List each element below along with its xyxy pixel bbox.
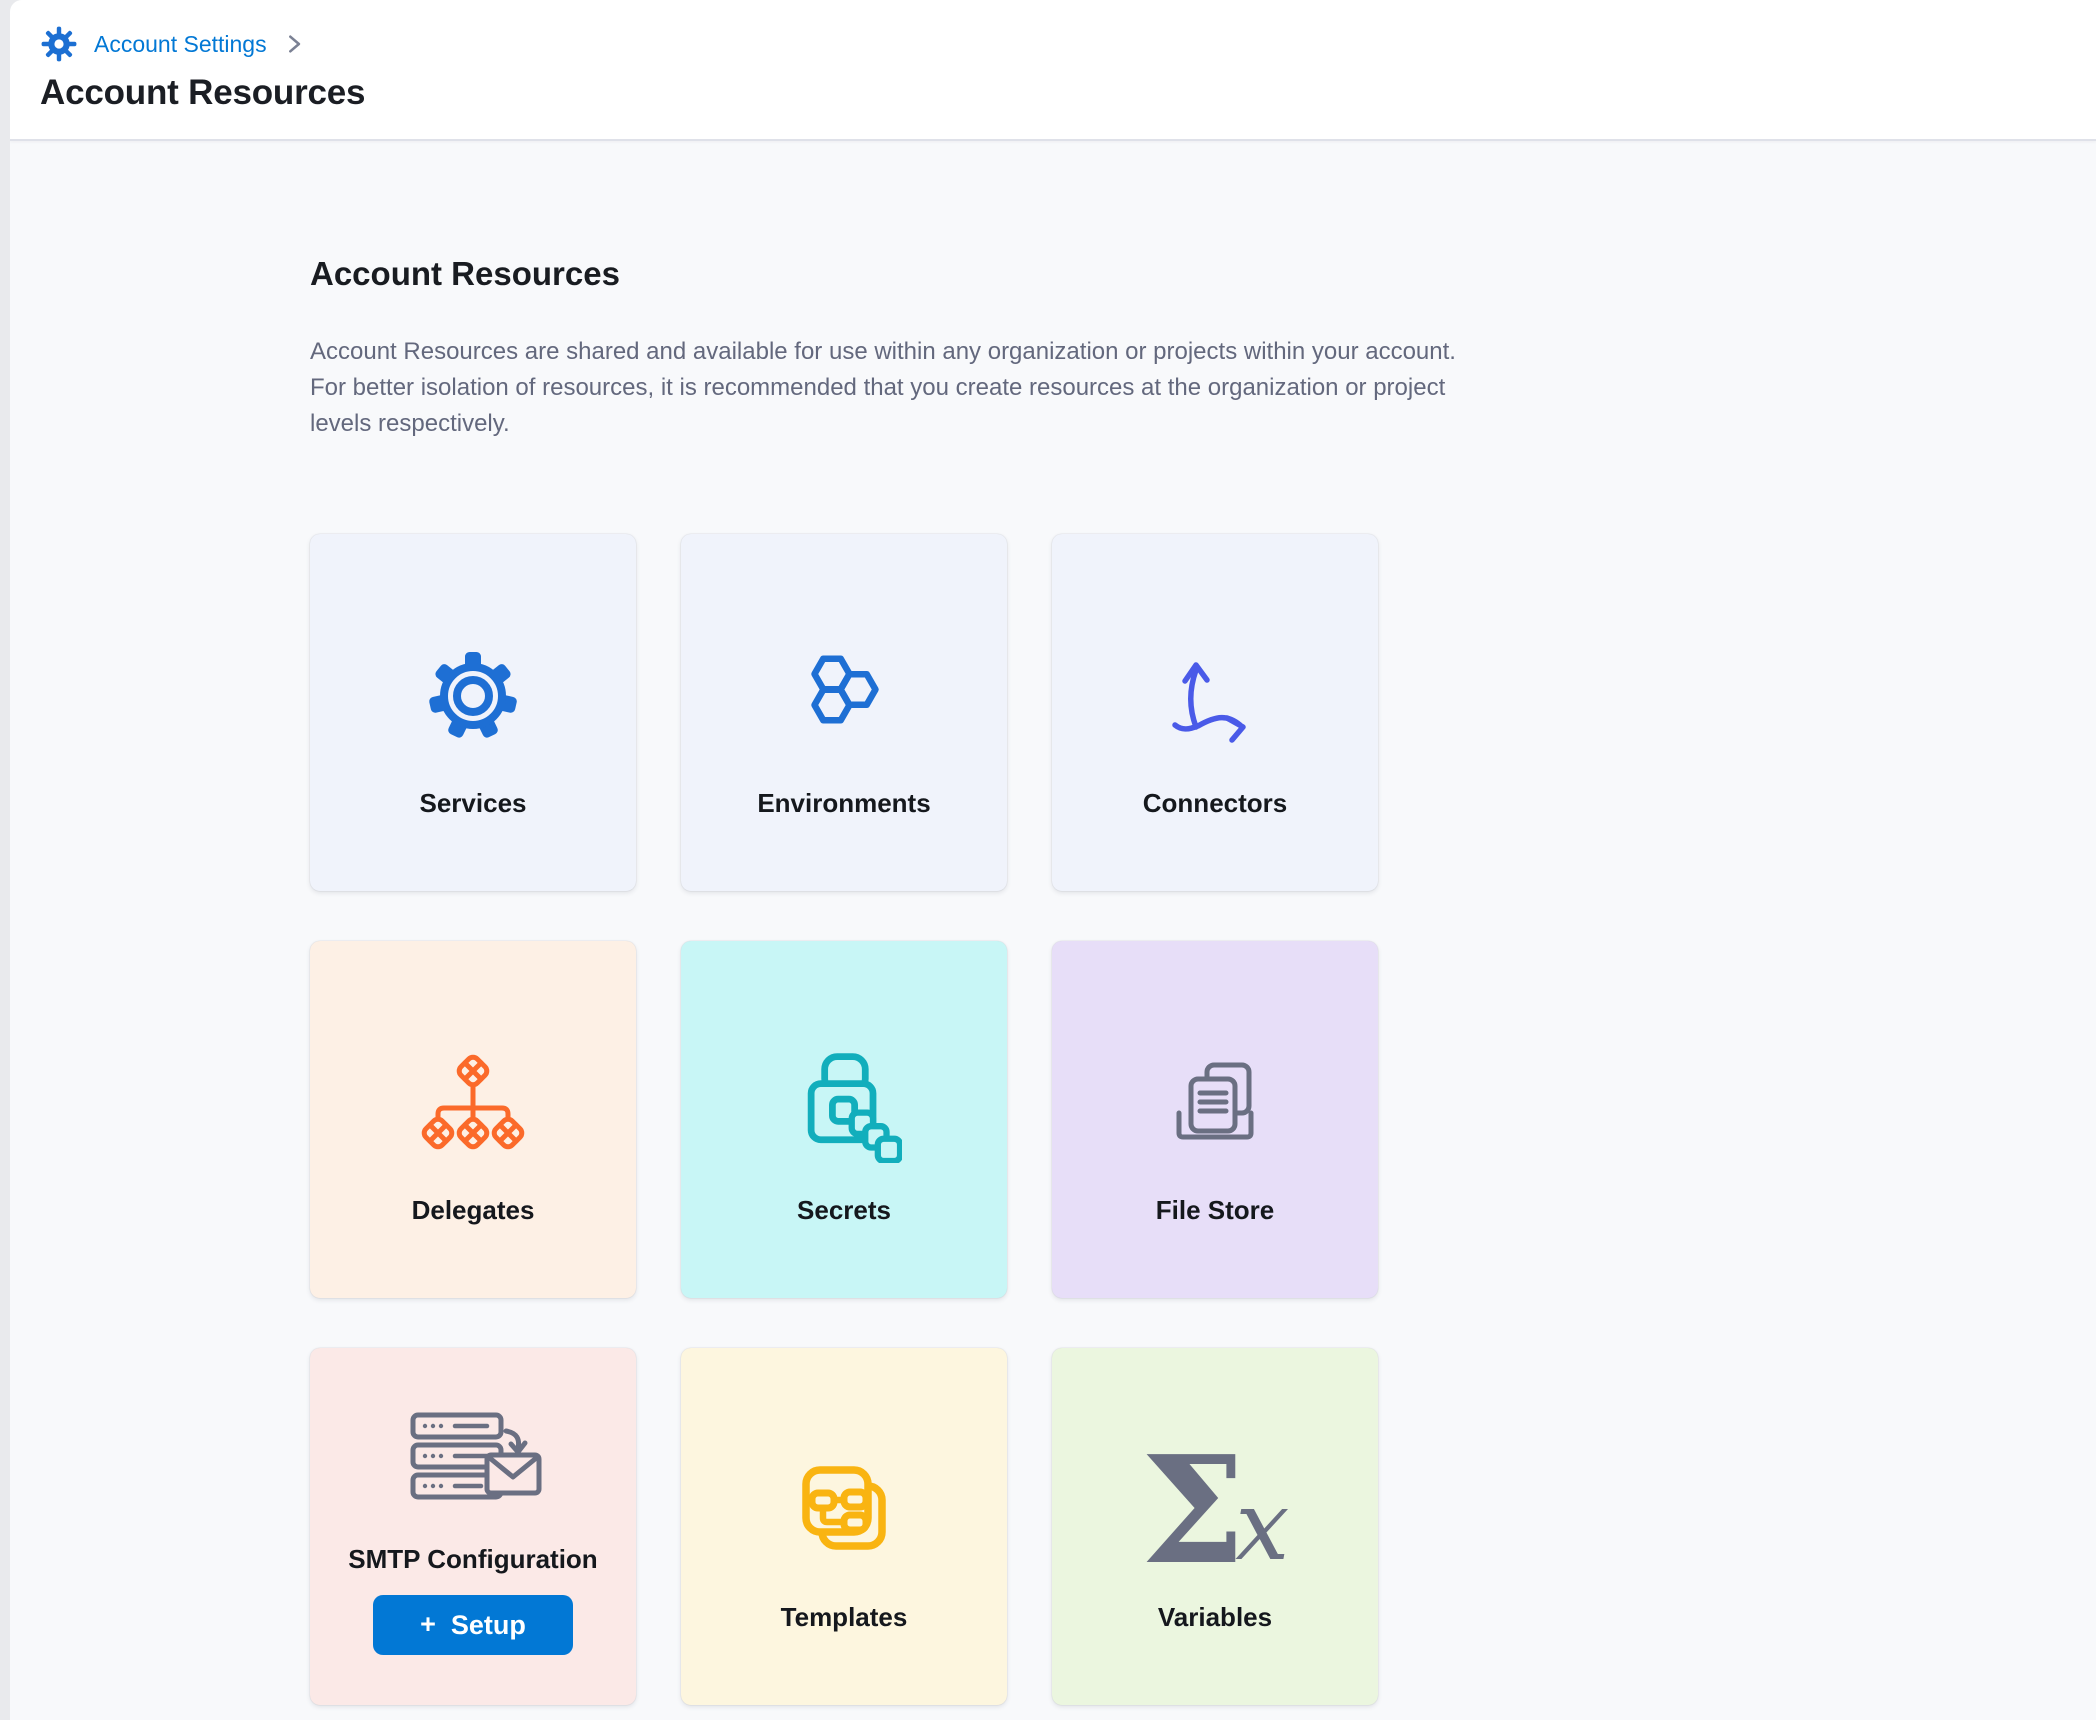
server-mail-icon <box>403 1406 543 1506</box>
main-content: Account Resources Account Resources are … <box>10 141 2096 1720</box>
account-resources-page: Account Settings Account Resources Accou… <box>10 0 2096 1720</box>
sigma-x-icon: Σ x <box>1141 1460 1290 1560</box>
card-delegates[interactable]: Delegates <box>310 941 636 1298</box>
documents-tray-icon <box>1163 1053 1267 1153</box>
section-description: Account Resources are shared and availab… <box>310 334 1770 442</box>
setup-button[interactable]: + Setup <box>373 1595 573 1655</box>
card-variables[interactable]: Σ x Variables <box>1052 1348 1378 1705</box>
split-arrows-icon <box>1165 646 1265 746</box>
sigma-glyph: Σ <box>1141 1460 1246 1560</box>
page-title: Account Resources <box>40 73 2096 113</box>
card-label: SMTP Configuration <box>348 1544 597 1575</box>
resource-card-grid: Services Environments <box>310 534 2096 1720</box>
gear-icon[interactable] <box>40 25 78 63</box>
breadcrumb-link-account-settings[interactable]: Account Settings <box>94 31 267 58</box>
section-heading: Account Resources <box>310 253 2096 294</box>
card-label: Variables <box>1158 1602 1272 1633</box>
card-connectors[interactable]: Connectors <box>1052 534 1378 891</box>
page-header: Account Settings Account Resources <box>10 0 2096 141</box>
card-label: Secrets <box>797 1195 891 1226</box>
card-label: File Store <box>1156 1195 1274 1226</box>
gear-icon <box>425 646 521 746</box>
card-label: Services <box>420 788 527 819</box>
card-label: Connectors <box>1143 788 1287 819</box>
card-label: Delegates <box>412 1195 535 1226</box>
card-label: Templates <box>781 1602 908 1633</box>
card-environments[interactable]: Environments <box>681 534 1007 891</box>
lock-chain-icon <box>786 1053 902 1153</box>
card-smtp-configuration[interactable]: SMTP Configuration + Setup <box>310 1348 636 1705</box>
setup-button-label: Setup <box>451 1610 526 1641</box>
breadcrumb: Account Settings <box>40 24 2096 64</box>
card-file-store[interactable]: File Store <box>1052 941 1378 1298</box>
chevron-right-icon <box>285 33 303 55</box>
x-glyph: x <box>1235 1496 1289 1556</box>
card-services[interactable]: Services <box>310 534 636 891</box>
card-secrets[interactable]: Secrets <box>681 941 1007 1298</box>
card-templates[interactable]: Templates <box>681 1348 1007 1705</box>
card-label: Environments <box>757 788 930 819</box>
network-tree-icon <box>418 1053 528 1153</box>
templates-icon <box>792 1460 896 1560</box>
plus-icon: + <box>420 1609 436 1640</box>
hexagons-icon <box>796 646 892 746</box>
